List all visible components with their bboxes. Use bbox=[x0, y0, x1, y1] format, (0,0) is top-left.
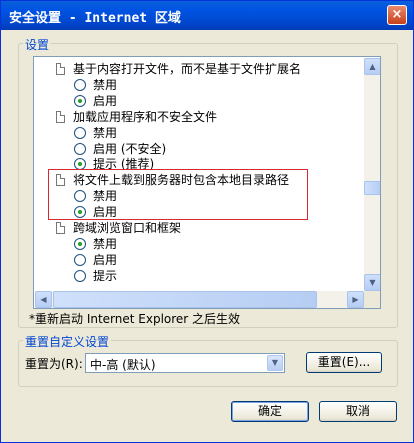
setting-header-label: 基于内容打开文件，而不是基于文件扩展名 bbox=[73, 62, 302, 76]
horizontal-scroll-thumb[interactable] bbox=[53, 291, 317, 308]
highlight-box bbox=[48, 169, 308, 220]
setting-option-label: 启用 bbox=[93, 252, 118, 267]
radio-selected[interactable] bbox=[74, 94, 86, 107]
title-bar[interactable]: 安全设置 - Internet 区域 × bbox=[1, 1, 413, 30]
setting-header-label: 跨域浏览窗口和框架 bbox=[73, 221, 182, 235]
setting-option-label: 禁用 bbox=[93, 77, 118, 92]
setting-option-label: 启用 bbox=[93, 93, 118, 108]
ok-button[interactable]: 确定 bbox=[231, 401, 309, 422]
scroll-down-button[interactable]: ▼ bbox=[364, 274, 380, 291]
setting-option-label: 提示 bbox=[93, 268, 118, 283]
security-settings-window: 安全设置 - Internet 区域 × 设置 基于内容打开文件，而不是基于文件… bbox=[0, 0, 414, 443]
chevron-down-icon: ▼ bbox=[271, 358, 279, 367]
radio-button[interactable] bbox=[74, 78, 86, 91]
close-icon: × bbox=[391, 7, 403, 22]
reset-group-label: 重置自定义设置 bbox=[23, 333, 112, 350]
horizontal-scrollbar[interactable]: ◀ ▶ bbox=[35, 291, 364, 308]
restart-note: *重新启动 Internet Explorer 之后生效 bbox=[29, 312, 241, 326]
setting-option-label: 启用 (不安全) bbox=[93, 141, 167, 156]
scroll-up-button[interactable]: ▲ bbox=[364, 58, 380, 75]
scroll-right-icon: ▶ bbox=[352, 295, 359, 304]
setting-option-label: 禁用 bbox=[93, 125, 118, 140]
setting-option-label: 禁用 bbox=[93, 236, 118, 251]
radio-selected[interactable] bbox=[74, 237, 86, 250]
security-level-value: 中-高 (默认) bbox=[90, 358, 156, 372]
scroll-right-button[interactable]: ▶ bbox=[347, 291, 364, 308]
document-icon bbox=[56, 63, 65, 75]
reset-to-label: 重置为(R): bbox=[25, 357, 83, 371]
scroll-up-icon: ▲ bbox=[369, 62, 376, 71]
vertical-scrollbar[interactable]: ▲ ▼ bbox=[364, 58, 380, 291]
radio-button[interactable] bbox=[74, 142, 86, 155]
security-level-select[interactable]: 中-高 (默认) ▼ bbox=[85, 353, 285, 373]
scroll-left-icon: ◀ bbox=[40, 295, 47, 304]
scroll-down-icon: ▼ bbox=[369, 278, 376, 287]
close-button[interactable]: × bbox=[387, 5, 407, 25]
dropdown-button[interactable]: ▼ bbox=[267, 355, 283, 371]
setting-header-label: 加载应用程序和不安全文件 bbox=[73, 109, 218, 124]
vertical-scroll-thumb[interactable] bbox=[364, 181, 380, 195]
radio-button[interactable] bbox=[74, 269, 86, 282]
scroll-corner bbox=[364, 291, 380, 308]
scroll-left-button[interactable]: ◀ bbox=[35, 291, 52, 308]
window-title: 安全设置 - Internet 区域 bbox=[9, 11, 181, 26]
document-icon bbox=[56, 110, 65, 123]
document-icon bbox=[56, 222, 65, 234]
reset-button[interactable]: 重置(E)... bbox=[306, 352, 382, 373]
radio-button[interactable] bbox=[74, 126, 86, 139]
settings-group-label: 设置 bbox=[23, 36, 52, 53]
radio-button[interactable] bbox=[74, 253, 86, 266]
cancel-button[interactable]: 取消 bbox=[319, 401, 397, 422]
